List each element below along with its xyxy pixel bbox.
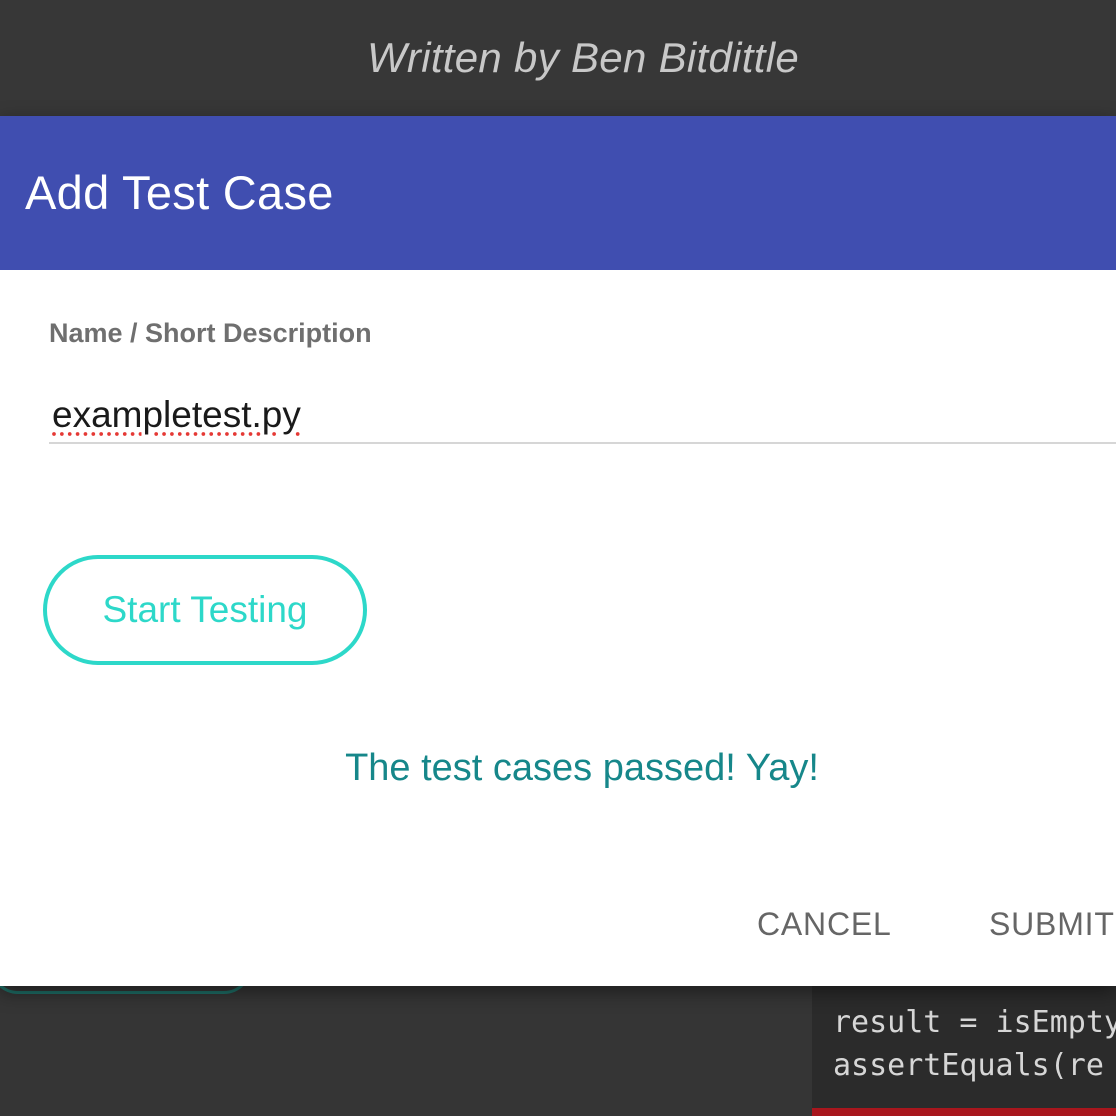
dialog-header: Add Test Case <box>0 116 1116 270</box>
name-input[interactable] <box>49 388 1116 444</box>
test-status-message: The test cases passed! Yay! <box>345 747 819 789</box>
code-line: result = isEmpty <box>833 1005 1116 1040</box>
code-panel-accent-bar <box>812 1108 1116 1116</box>
author-byline: Written by Ben Bitdittle <box>366 34 800 81</box>
submit-button[interactable]: SUBMIT <box>989 902 1115 946</box>
code-line: assertEquals(re <box>833 1048 1104 1083</box>
start-testing-button[interactable]: Start Testing <box>43 555 367 665</box>
background-page-header: Written by Ben Bitdittle <box>0 0 1116 116</box>
name-field-label: Name / Short Description <box>49 318 372 348</box>
dialog-title: Add Test Case <box>25 166 334 219</box>
app-screen: Written by Ben Bitdittle result = isEmpt… <box>0 0 1116 1116</box>
background-code-panel: result = isEmpty assertEquals(re <box>812 986 1116 1116</box>
add-test-case-dialog: Add Test Case Name / Short Description S… <box>0 116 1116 986</box>
cancel-button[interactable]: CANCEL <box>757 902 892 946</box>
